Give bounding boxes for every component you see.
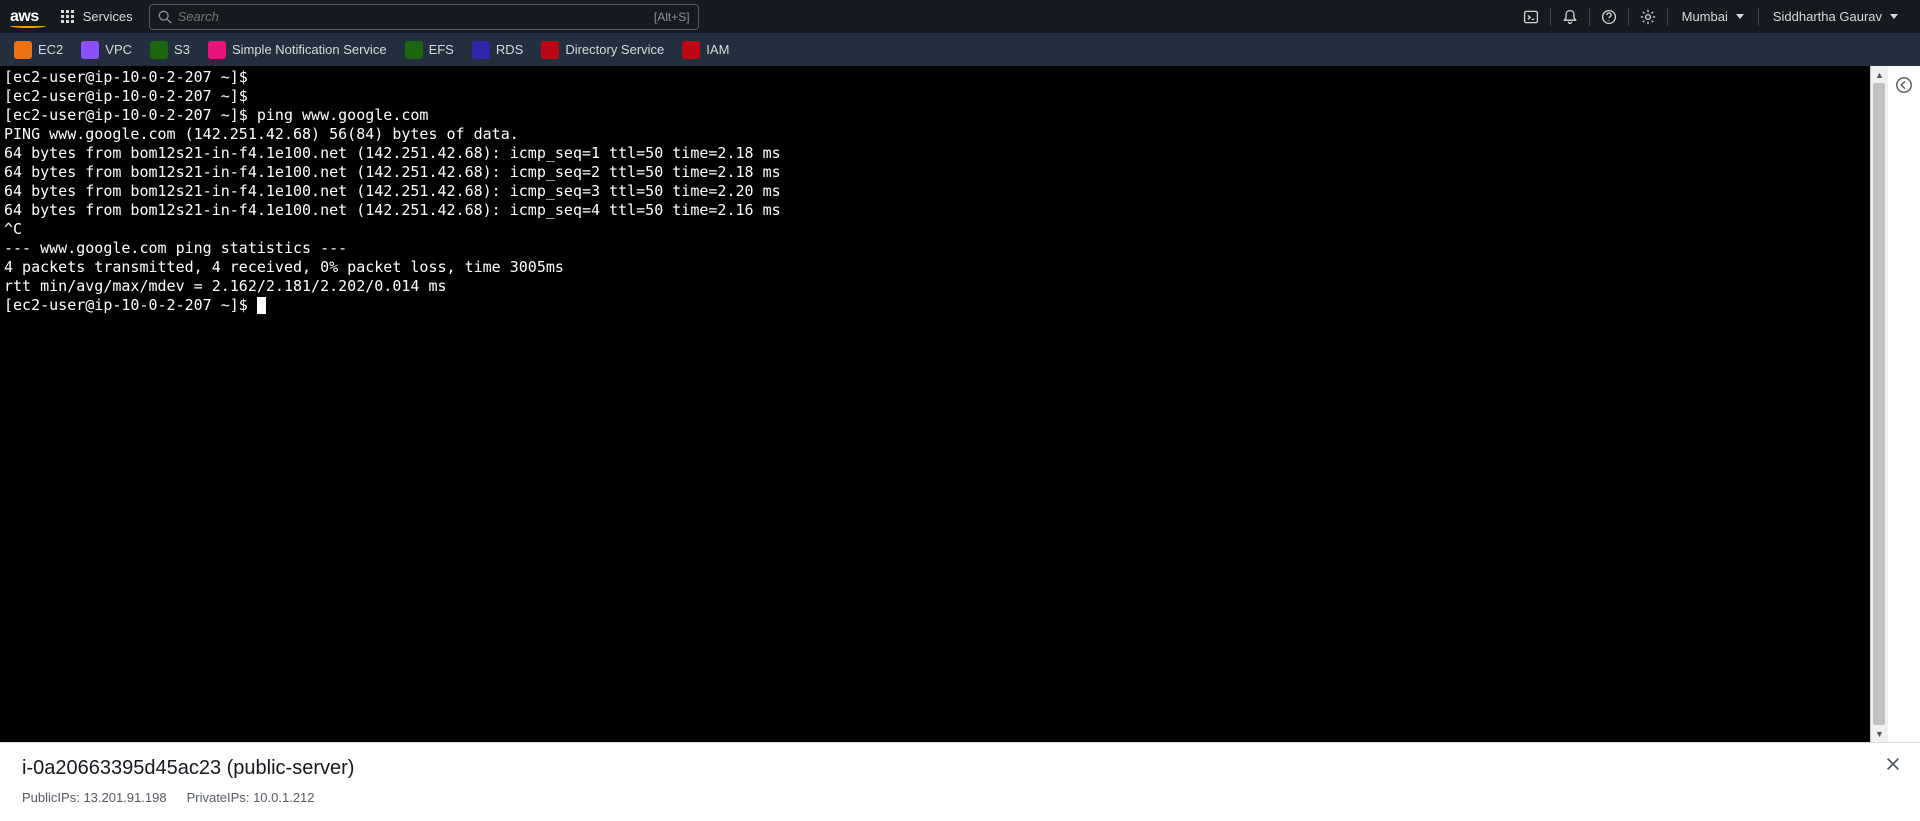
favorite-simple-notification-service[interactable]: Simple Notification Service [208, 41, 387, 59]
favorite-s3[interactable]: S3 [150, 41, 190, 59]
service-icon [150, 41, 168, 59]
favorite-label: S3 [174, 42, 190, 57]
user-label: Siddhartha Gaurav [1773, 9, 1882, 24]
scroll-up-arrow[interactable]: ▲ [1871, 66, 1888, 83]
nav-divider [1758, 8, 1759, 26]
terminal-scrollbar[interactable]: ▲ ▼ [1870, 66, 1887, 742]
nav-divider [1550, 8, 1551, 26]
region-selector[interactable]: Mumbai [1670, 0, 1756, 33]
search-icon [158, 10, 172, 24]
service-icon [14, 41, 32, 59]
gear-icon [1640, 9, 1656, 25]
help-button[interactable] [1592, 0, 1626, 33]
cloudshell-button[interactable] [1514, 0, 1548, 33]
nav-divider [1628, 8, 1629, 26]
search-input[interactable] [178, 9, 654, 24]
preferences-toggle-icon[interactable] [1895, 76, 1913, 94]
favorite-directory-service[interactable]: Directory Service [541, 41, 664, 59]
aws-logo[interactable]: aws [10, 8, 39, 26]
nav-right-cluster: Mumbai Siddhartha Gaurav [1514, 0, 1910, 33]
favorite-label: Directory Service [565, 42, 664, 57]
service-icon [472, 41, 490, 59]
caret-down-icon [1890, 14, 1898, 19]
instance-ip-row: PublicIPs: 13.201.91.198 PrivateIPs: 10.… [22, 790, 1898, 805]
caret-down-icon [1736, 14, 1744, 19]
favorite-label: RDS [496, 42, 523, 57]
account-menu[interactable]: Siddhartha Gaurav [1761, 0, 1910, 33]
instance-title: i-0a20663395d45ac23 (public-server) [22, 757, 1898, 780]
favorite-rds[interactable]: RDS [472, 41, 523, 59]
favorite-ec2[interactable]: EC2 [14, 41, 63, 59]
favorites-bar: EC2 VPC S3 Simple Notification Service EFS RD… [0, 33, 1920, 66]
favorite-label: EFS [429, 42, 454, 57]
region-label: Mumbai [1682, 9, 1728, 24]
favorite-label: Simple Notification Service [232, 42, 387, 57]
service-icon [81, 41, 99, 59]
global-search[interactable]: [Alt+S] [149, 4, 699, 30]
favorite-vpc[interactable]: VPC [81, 41, 132, 59]
scroll-down-arrow[interactable]: ▼ [1871, 725, 1888, 742]
services-menu-button[interactable]: Services [51, 5, 143, 28]
nav-divider [1667, 8, 1668, 26]
favorite-label: EC2 [38, 42, 63, 57]
help-icon [1601, 9, 1617, 25]
settings-button[interactable] [1631, 0, 1665, 33]
terminal-container: [ec2-user@ip-10-0-2-207 ~]$ [ec2-user@ip… [0, 66, 1887, 742]
scroll-thumb[interactable] [1873, 83, 1885, 725]
right-side-rail [1887, 66, 1920, 742]
notifications-button[interactable] [1553, 0, 1587, 33]
main-content: [ec2-user@ip-10-0-2-207 ~]$ [ec2-user@ip… [0, 66, 1920, 742]
favorite-label: IAM [706, 42, 729, 57]
cloudshell-icon [1523, 9, 1539, 25]
top-navigation: aws Services [Alt+S] Mumbai [0, 0, 1920, 33]
grid-icon [61, 10, 75, 24]
favorite-iam[interactable]: IAM [682, 41, 729, 59]
close-icon [1884, 755, 1902, 773]
close-panel-button[interactable] [1884, 755, 1902, 778]
instance-info-panel: i-0a20663395d45ac23 (public-server) Publ… [0, 742, 1920, 821]
service-icon [208, 41, 226, 59]
service-icon [541, 41, 559, 59]
bell-icon [1562, 9, 1578, 25]
favorite-label: VPC [105, 42, 132, 57]
service-icon [405, 41, 423, 59]
nav-divider [1589, 8, 1590, 26]
aws-smile-icon [10, 24, 46, 28]
service-icon [682, 41, 700, 59]
services-label: Services [83, 9, 133, 24]
public-ip: PublicIPs: 13.201.91.198 [22, 790, 167, 805]
favorite-efs[interactable]: EFS [405, 41, 454, 59]
terminal-cursor [257, 297, 266, 314]
search-shortcut-hint: [Alt+S] [654, 10, 690, 24]
terminal[interactable]: [ec2-user@ip-10-0-2-207 ~]$ [ec2-user@ip… [0, 66, 1870, 742]
private-ip: PrivateIPs: 10.0.1.212 [187, 790, 315, 805]
